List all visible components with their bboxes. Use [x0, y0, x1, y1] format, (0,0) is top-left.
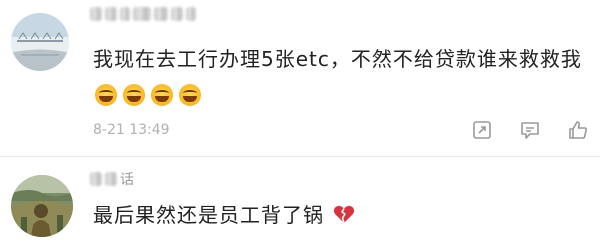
share-icon[interactable]	[470, 118, 494, 142]
username-visible-char: 话	[120, 172, 135, 188]
comment-body: 最后果然还是员工背了锅	[93, 203, 324, 227]
broken-heart-icon	[333, 200, 355, 234]
comment-actions	[470, 118, 590, 142]
laughing-tears-emoji-icon	[123, 83, 145, 106]
laughing-tears-emoji-icon	[179, 83, 201, 106]
username[interactable]	[90, 4, 199, 24]
comment-item: 我现在去工行办理5张etc，不然不给贷款谁来救救我 8-21 13:49	[0, 0, 600, 157]
laughing-tears-emoji-icon	[151, 83, 173, 106]
avatar[interactable]	[11, 13, 69, 71]
comment-text: 最后果然还是员工背了锅	[93, 198, 583, 234]
emoji-group	[95, 83, 201, 106]
timestamp: 8-21 13:49	[93, 122, 170, 138]
username[interactable]: 话	[90, 169, 135, 189]
comment-icon[interactable]	[518, 118, 542, 142]
laughing-tears-emoji-icon	[95, 83, 117, 106]
avatar[interactable]	[11, 175, 73, 237]
like-icon[interactable]	[566, 118, 590, 142]
comment-body: 我现在去工行办理5张etc，不然不给贷款谁来救救我	[93, 47, 582, 71]
comment-item: 话 最后果然还是员工背了锅	[0, 157, 600, 245]
comment-text: 我现在去工行办理5张etc，不然不给贷款谁来救救我	[93, 42, 583, 110]
